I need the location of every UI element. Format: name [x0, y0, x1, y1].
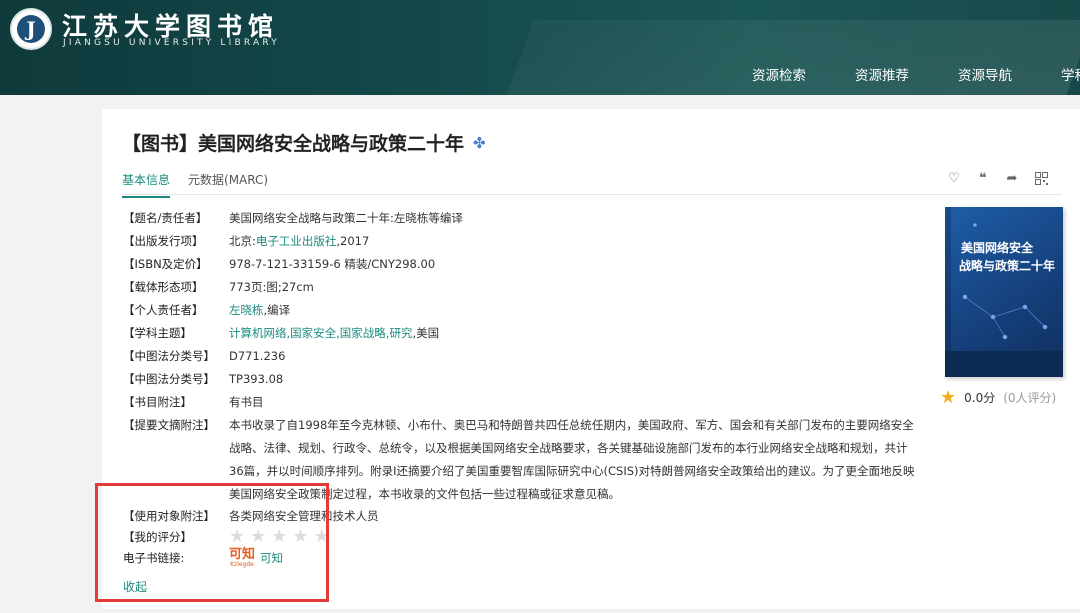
subject-links[interactable]: 计算机网络,国家安全,国家战略,研究: [229, 326, 412, 340]
library-logo-icon[interactable]: J: [10, 8, 52, 50]
rating-score: 0.0分: [964, 391, 996, 405]
action-icons: ♡ ❝ ➦: [947, 172, 1063, 186]
row-publisher: 【出版发行项】 北京:电子工业出版社,2017: [123, 234, 370, 248]
nav-resource-recommend[interactable]: 资源推荐: [855, 64, 909, 84]
site-header: J 江苏大学图书馆 JIANGSU UNIVERSITY LIBRARY 资源检…: [0, 0, 1080, 95]
pinwheel-icon: ✤: [473, 133, 486, 152]
star-icon: ★: [940, 387, 957, 408]
cover-title-line1: 美国网络安全: [961, 241, 1034, 255]
quote-icon[interactable]: ❝: [976, 172, 990, 186]
heart-icon[interactable]: ♡: [947, 172, 961, 186]
row-person: 【个人责任者】 左晓栋,编译: [123, 303, 291, 317]
share-icon[interactable]: ➦: [1005, 172, 1019, 186]
abstract-text: 本书收录了自1998年至今克林顿、小布什、奥巴马和特朗普共四任总统任期内，美国政…: [229, 418, 915, 501]
nav-subject[interactable]: 学科: [1061, 64, 1080, 84]
row-isbn: 【ISBN及定价】 978-7-121-33159-6 精装/CNY298.00: [123, 257, 436, 271]
highlight-box: [95, 483, 329, 602]
library-name-en: JIANGSU UNIVERSITY LIBRARY: [63, 38, 280, 48]
row-clc-1: 【中图法分类号】 D771.236: [123, 349, 286, 363]
rating-summary: ★ 0.0分 (0人评分): [940, 387, 1056, 408]
book-title: 【图书】美国网络安全战略与政策二十年: [122, 133, 465, 155]
row-form: 【载体形态项】 773页:图;27cm: [123, 280, 314, 294]
nav-resource-guide[interactable]: 资源导航: [958, 64, 1012, 84]
logo-mark: J: [17, 15, 45, 43]
qrcode-icon[interactable]: [1034, 172, 1048, 186]
row-title-resp: 【题名/责任者】 美国网络安全战略与政策二十年:左晓栋等编译: [123, 211, 463, 225]
row-clc-2: 【中图法分类号】 TP393.08: [123, 372, 284, 386]
author-link[interactable]: 左晓栋: [229, 303, 264, 317]
cover-title-line2: 战略与政策二十年: [959, 259, 1056, 273]
nav-resource-search[interactable]: 资源检索: [752, 64, 806, 84]
row-subject: 【学科主题】 计算机网络,国家安全,国家战略,研究,美国: [123, 326, 440, 340]
book-cover[interactable]: 美国网络安全 战略与政策二十年: [945, 207, 1063, 377]
publisher-link[interactable]: 电子工业出版社: [256, 234, 337, 248]
rating-count: (0人评分): [1003, 391, 1057, 405]
title-row: 【图书】美国网络安全战略与政策二十年 ✤: [122, 129, 486, 156]
main-nav: 资源检索 资源推荐 资源导航 学科: [752, 64, 1080, 84]
row-bib-note: 【书目附注】 有书目: [123, 395, 264, 409]
tab-divider: [122, 194, 1062, 195]
